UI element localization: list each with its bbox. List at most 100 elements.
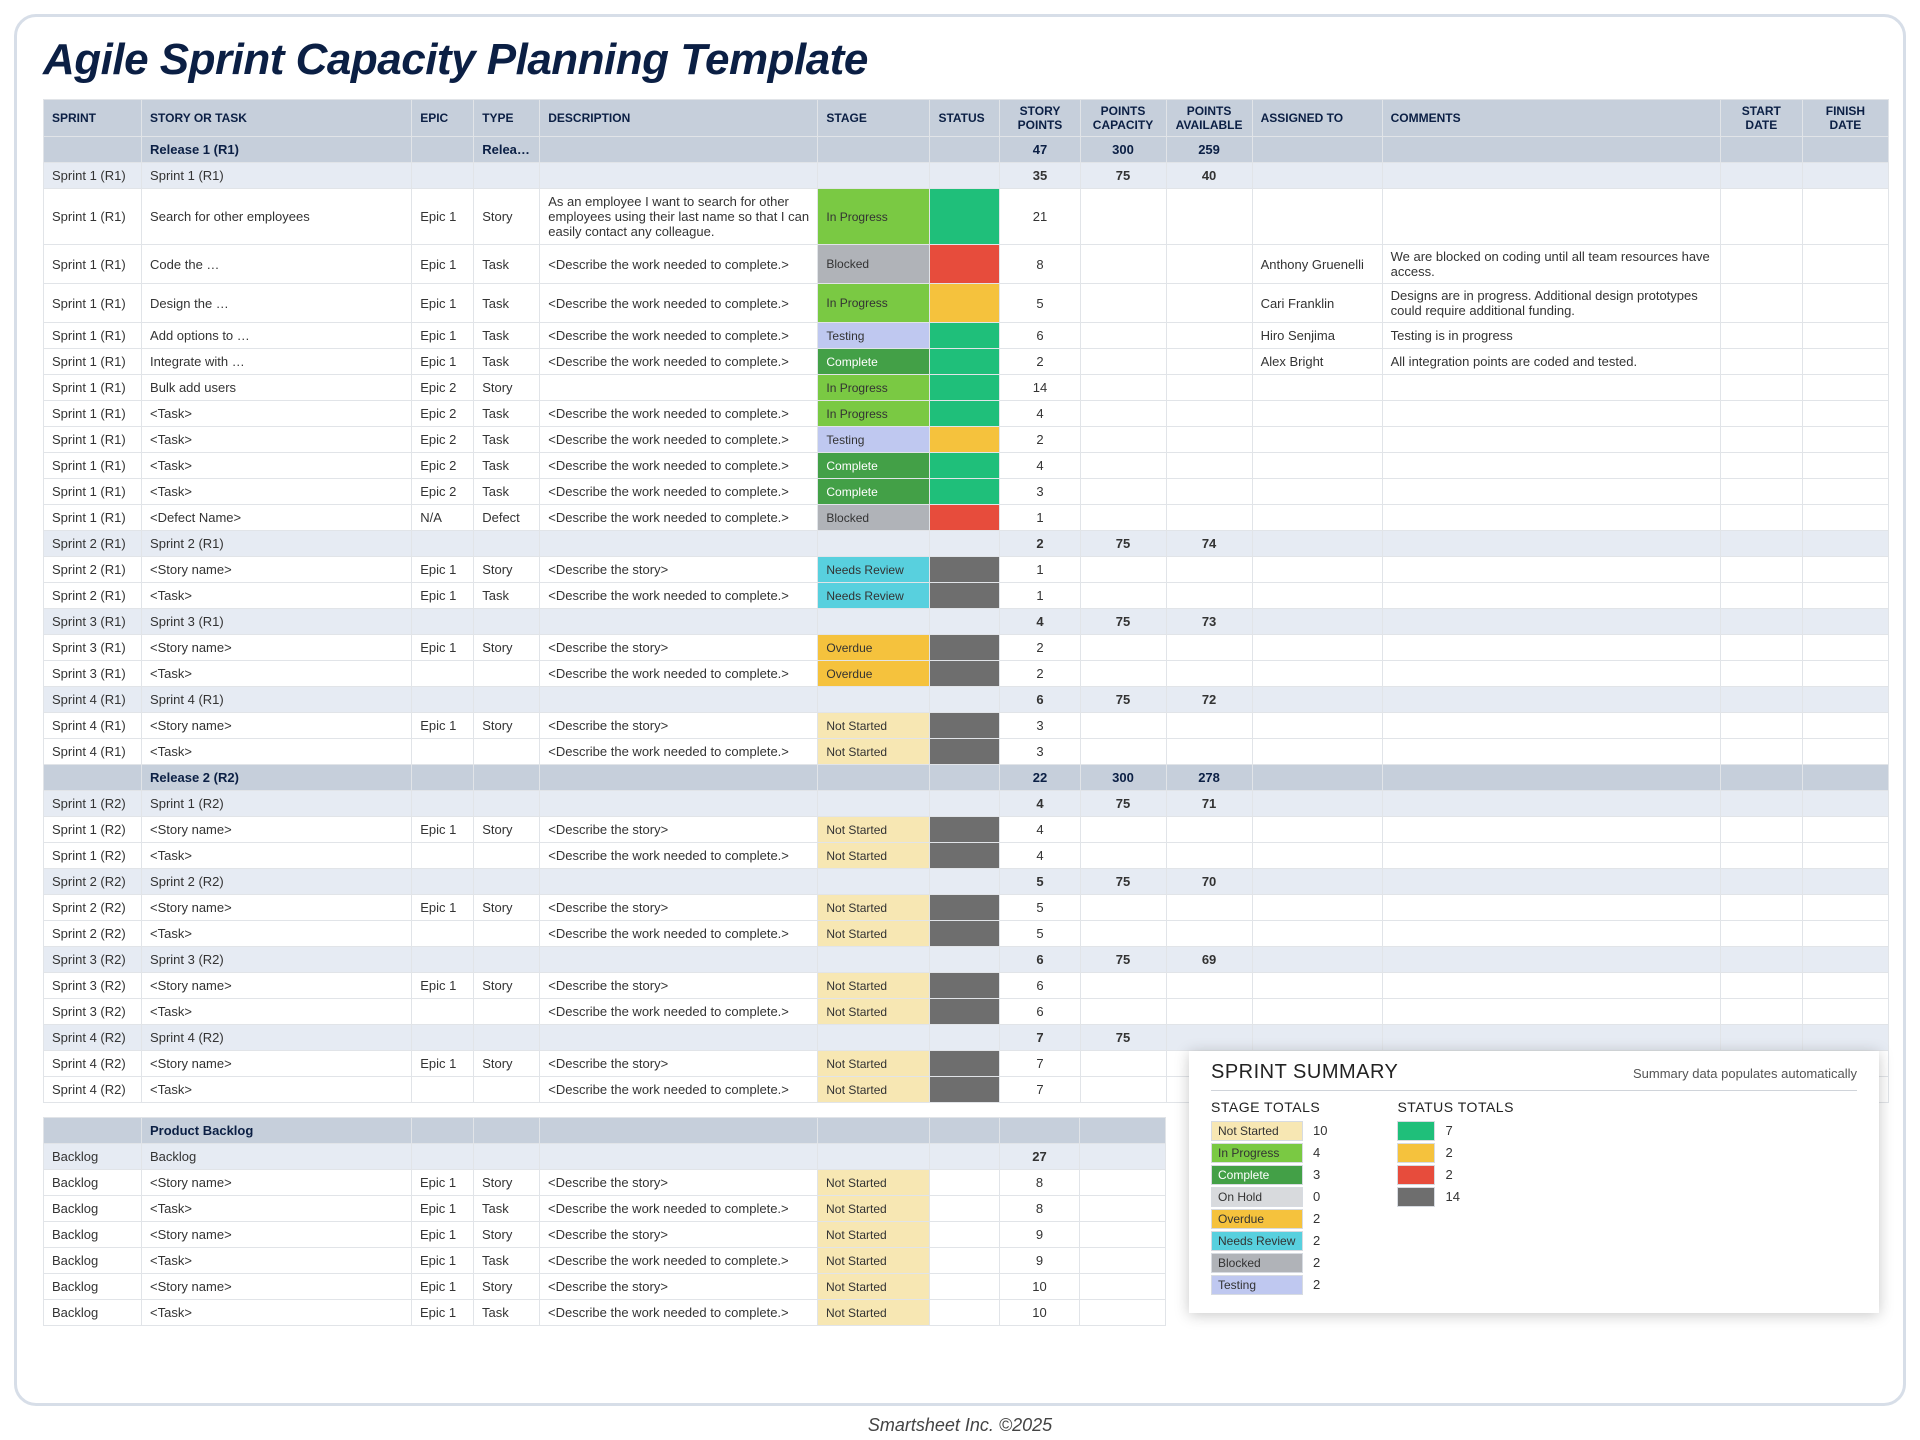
- cell-finish-date: [1802, 427, 1888, 453]
- cell-assigned: [1252, 791, 1382, 817]
- cell-epic: Epic 1: [412, 245, 474, 284]
- stage-cell: [818, 869, 930, 895]
- stage-cell: Not Started: [818, 921, 930, 947]
- cell-type: Release: [474, 137, 540, 163]
- status-count: 2: [1445, 1143, 1452, 1163]
- cell-epic: [412, 739, 474, 765]
- cell-description: [540, 765, 818, 791]
- cell: [540, 1144, 818, 1170]
- cell-story-points: 7: [1000, 1077, 1080, 1103]
- cell-sprint: Sprint 3 (R1): [44, 661, 142, 687]
- table-row: Sprint 1 (R1)Integrate with …Epic 1Task<…: [44, 349, 1889, 375]
- cell-start-date: [1720, 661, 1802, 687]
- cell-epic: Epic 2: [412, 427, 474, 453]
- stage-cell: Complete: [818, 453, 930, 479]
- cell-sprint: Sprint 1 (R1): [44, 479, 142, 505]
- cell-finish-date: [1802, 843, 1888, 869]
- cell-comments: [1382, 1025, 1720, 1051]
- cell-finish-date: [1802, 1025, 1888, 1051]
- cell: [540, 1118, 818, 1144]
- cell-type: Story: [474, 557, 540, 583]
- cell-finish-date: [1802, 765, 1888, 791]
- cell-story: Integrate with …: [142, 349, 412, 375]
- cell-start-date: [1720, 869, 1802, 895]
- cell-sprint: Sprint 3 (R2): [44, 973, 142, 999]
- cell-finish-date: [1802, 245, 1888, 284]
- cell-type: [474, 163, 540, 189]
- cell-type: Task: [474, 284, 540, 323]
- table-row: Sprint 2 (R1)<Task>Epic 1Task<Describe t…: [44, 583, 1889, 609]
- cell: [1080, 1170, 1166, 1196]
- cell-sprint: Sprint 1 (R1): [44, 505, 142, 531]
- backlog-header-row: BacklogBacklog27: [44, 1144, 1166, 1170]
- column-header: ASSIGNED TO: [1252, 100, 1382, 137]
- cell-assigned: [1252, 189, 1382, 245]
- cell: [474, 1144, 540, 1170]
- cell-start-date: [1720, 1025, 1802, 1051]
- cell-available: 71: [1166, 791, 1252, 817]
- cell-epic: Epic 1: [412, 284, 474, 323]
- status-cell: [930, 505, 1000, 531]
- cell-available: [1166, 349, 1252, 375]
- planning-table: SPRINTSTORY OR TASKEPICTYPEDESCRIPTIONST…: [43, 99, 1889, 1103]
- cell-sprint: Sprint 1 (R1): [44, 349, 142, 375]
- cell: Task: [474, 1196, 540, 1222]
- cell-story: <Task>: [142, 427, 412, 453]
- cell-story: <Story name>: [142, 895, 412, 921]
- cell-available: [1166, 999, 1252, 1025]
- status-swatch: [1397, 1143, 1435, 1163]
- cell-story: Sprint 4 (R2): [142, 1025, 412, 1051]
- cell-start-date: [1720, 163, 1802, 189]
- cell-story: <Task>: [142, 661, 412, 687]
- cell-comments: [1382, 765, 1720, 791]
- cell-description: <Describe the work needed to complete.>: [540, 479, 818, 505]
- cell-comments: [1382, 843, 1720, 869]
- cell: [412, 1118, 474, 1144]
- cell: <Task>: [142, 1248, 412, 1274]
- status-cell: [930, 713, 1000, 739]
- cell-epic: [412, 869, 474, 895]
- cell-finish-date: [1802, 947, 1888, 973]
- table-row: Sprint 1 (R1)<Task>Epic 2Task<Describe t…: [44, 401, 1889, 427]
- stage-count: 3: [1313, 1165, 1320, 1185]
- cell-start-date: [1720, 137, 1802, 163]
- cell-assigned: [1252, 531, 1382, 557]
- cell-available: [1166, 661, 1252, 687]
- cell-available: [1166, 635, 1252, 661]
- cell-sprint: Sprint 3 (R1): [44, 635, 142, 661]
- status-swatch: [1397, 1121, 1435, 1141]
- table-row: Sprint 1 (R1)Code the …Epic 1Task<Descri…: [44, 245, 1889, 284]
- cell-description: <Describe the work needed to complete.>: [540, 401, 818, 427]
- cell: 9: [1000, 1248, 1080, 1274]
- cell-start-date: [1720, 427, 1802, 453]
- cell-description: <Describe the story>: [540, 557, 818, 583]
- cell-capacity: [1080, 921, 1166, 947]
- cell: Backlog: [44, 1144, 142, 1170]
- cell-available: 74: [1166, 531, 1252, 557]
- table-header: SPRINTSTORY OR TASKEPICTYPEDESCRIPTIONST…: [44, 100, 1889, 137]
- cell-finish-date: [1802, 583, 1888, 609]
- status-cell: [930, 245, 1000, 284]
- cell-epic: [412, 137, 474, 163]
- cell-epic: [412, 843, 474, 869]
- cell-start-date: [1720, 323, 1802, 349]
- cell-available: [1166, 284, 1252, 323]
- cell: <Describe the story>: [540, 1170, 818, 1196]
- stage-cell: Blocked: [818, 245, 930, 284]
- cell-comments: [1382, 479, 1720, 505]
- cell-story-points: 4: [1000, 609, 1080, 635]
- table-row: Sprint 1 (R2)Sprint 1 (R2)47571: [44, 791, 1889, 817]
- cell: <Task>: [142, 1196, 412, 1222]
- backlog-row: Backlog<Task>Epic 1Task<Describe the wor…: [44, 1300, 1166, 1326]
- cell-story: <Task>: [142, 921, 412, 947]
- status-total-row: 7: [1397, 1121, 1513, 1141]
- cell-start-date: [1720, 713, 1802, 739]
- cell-story: <Story name>: [142, 973, 412, 999]
- cell-comments: [1382, 791, 1720, 817]
- cell-finish-date: [1802, 921, 1888, 947]
- stage-total-row: Needs Review2: [1211, 1231, 1327, 1251]
- stage-totals-title: STAGE TOTALS: [1211, 1099, 1327, 1115]
- table-row: Sprint 2 (R2)<Task><Describe the work ne…: [44, 921, 1889, 947]
- cell-available: [1166, 713, 1252, 739]
- stage-chip: Blocked: [1211, 1253, 1303, 1273]
